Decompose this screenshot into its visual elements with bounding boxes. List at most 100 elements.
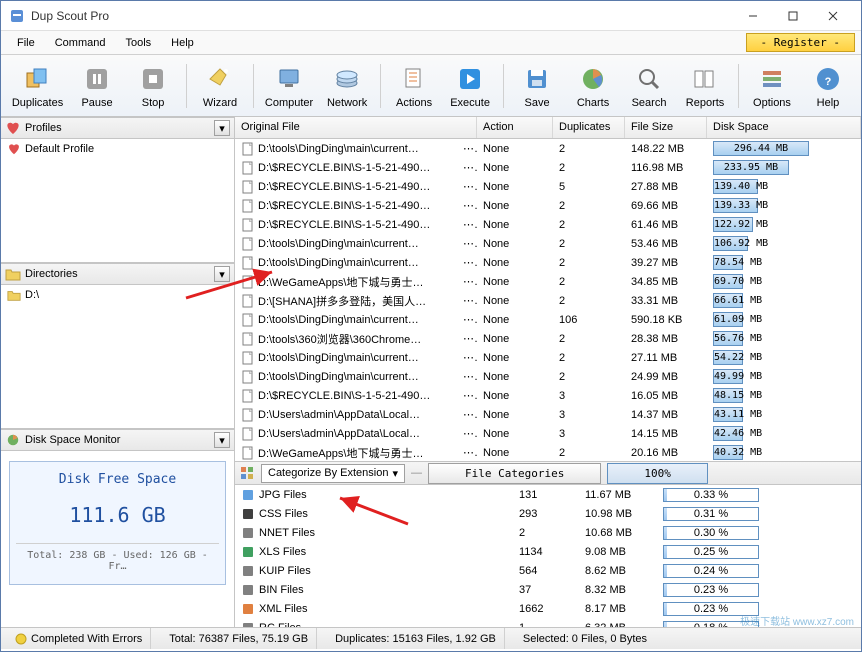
ellipsis-icon[interactable]: ⋯ xyxy=(457,216,477,233)
ellipsis-icon[interactable]: ⋯ xyxy=(457,140,477,157)
close-button[interactable] xyxy=(813,1,853,31)
table-row[interactable]: D:\tools\DingDing\main\current…⋯None253.… xyxy=(235,234,861,253)
table-row[interactable]: D:\WeGameApps\地下城与勇士…⋯None220.16 MB40.32… xyxy=(235,443,861,461)
options-button[interactable]: Options xyxy=(745,58,799,114)
table-row[interactable]: D:\$RECYCLE.BIN\S-1-5-21-490…⋯None316.05… xyxy=(235,386,861,405)
categorize-dropdown[interactable]: Categorize By Extension ▾ xyxy=(261,464,405,483)
stop-button[interactable]: Stop xyxy=(126,58,180,114)
table-row[interactable]: D:\WeGameApps\地下城与勇士…⋯None234.85 MB69.70… xyxy=(235,272,861,291)
percent-button[interactable]: 100% xyxy=(607,463,708,484)
pie-icon xyxy=(5,433,21,447)
execute-button[interactable]: Execute xyxy=(443,58,497,114)
directory-item[interactable]: D:\ xyxy=(1,285,234,305)
col-filesize[interactable]: File Size xyxy=(625,117,707,138)
maximize-button[interactable] xyxy=(773,1,813,31)
pause-button[interactable]: Pause xyxy=(70,58,124,114)
charts-button[interactable]: Charts xyxy=(566,58,620,114)
menu-file[interactable]: File xyxy=(7,34,45,52)
space-bar: 40.32 MB xyxy=(713,445,743,460)
ellipsis-icon[interactable]: ⋯ xyxy=(457,368,477,385)
ellipsis-icon[interactable]: ⋯ xyxy=(457,425,477,442)
table-row[interactable]: D:\Users\admin\AppData\Local…⋯None314.15… xyxy=(235,424,861,443)
filetype-icon xyxy=(241,488,255,502)
table-row[interactable]: D:\[SHANA]拼多多登陆，美国人…⋯None233.31 MB66.61 … xyxy=(235,291,861,310)
menu-help[interactable]: Help xyxy=(161,34,204,52)
ellipsis-icon[interactable]: ⋯ xyxy=(457,254,477,271)
table-row[interactable]: D:\tools\DingDing\main\current…⋯None239.… xyxy=(235,253,861,272)
pct-bar: 0.30 % xyxy=(663,526,759,540)
col-duplicates[interactable]: Duplicates xyxy=(553,117,625,138)
window-title: Dup Scout Pro xyxy=(31,9,733,23)
ellipsis-icon[interactable]: ⋯ xyxy=(457,197,477,214)
duplicates-button[interactable]: Duplicates xyxy=(7,58,68,114)
help-button[interactable]: ?Help xyxy=(801,58,855,114)
table-row[interactable]: D:\Users\admin\AppData\Local…⋯None314.37… xyxy=(235,405,861,424)
disk-monitor-panel: Disk Free Space 111.6 GB Total: 238 GB -… xyxy=(1,451,234,627)
category-row[interactable]: CSS Files29310.98 MB0.31 % xyxy=(235,504,861,523)
table-row[interactable]: D:\$RECYCLE.BIN\S-1-5-21-490…⋯None269.66… xyxy=(235,196,861,215)
category-row[interactable]: NNET Files210.68 MB0.30 % xyxy=(235,523,861,542)
actions-button[interactable]: Actions xyxy=(387,58,441,114)
col-original-file[interactable]: Original File xyxy=(235,117,477,138)
profile-item[interactable]: Default Profile xyxy=(1,139,234,159)
file-icon xyxy=(241,351,255,365)
pct-bar: 0.23 % xyxy=(663,602,759,616)
category-row[interactable]: RC Files16.32 MB0.18 % xyxy=(235,618,861,627)
ellipsis-icon[interactable]: ⋯ xyxy=(457,387,477,404)
statusbar: Completed With Errors Total: 76387 Files… xyxy=(1,627,861,649)
category-row[interactable]: JPG Files13111.67 MB0.33 % xyxy=(235,485,861,504)
space-bar: 78.54 MB xyxy=(713,255,743,270)
ellipsis-icon[interactable]: ⋯ xyxy=(457,292,477,309)
ellipsis-icon[interactable]: ⋯ xyxy=(457,330,477,347)
table-row[interactable]: D:\tools\DingDing\main\current…⋯None227.… xyxy=(235,348,861,367)
col-action[interactable]: Action xyxy=(477,117,553,138)
diskmon-dropdown[interactable]: ▾ xyxy=(214,432,230,448)
table-row[interactable]: D:\tools\DingDing\main\current…⋯None2148… xyxy=(235,139,861,158)
ellipsis-icon[interactable]: ⋯ xyxy=(457,273,477,290)
reports-button[interactable]: Reports xyxy=(678,58,732,114)
ellipsis-icon[interactable]: ⋯ xyxy=(457,311,477,328)
category-row[interactable]: XML Files16628.17 MB0.23 % xyxy=(235,599,861,618)
category-row[interactable]: KUIP Files5648.62 MB0.24 % xyxy=(235,561,861,580)
content-area: Profiles ▾ Default Profile Directories ▾… xyxy=(1,117,861,627)
pct-bar: 0.25 % xyxy=(663,545,759,559)
register-button[interactable]: - Register - xyxy=(746,33,855,52)
computer-button[interactable]: Computer xyxy=(260,58,318,114)
network-button[interactable]: Network xyxy=(320,58,374,114)
ellipsis-icon[interactable]: ⋯ xyxy=(457,159,477,176)
ellipsis-icon[interactable]: ⋯ xyxy=(457,406,477,423)
table-row[interactable]: D:\tools\DingDing\main\current…⋯None1065… xyxy=(235,310,861,329)
profiles-dropdown[interactable]: ▾ xyxy=(214,120,230,136)
col-diskspace[interactable]: Disk Space xyxy=(707,117,861,138)
menu-command[interactable]: Command xyxy=(45,34,116,52)
wizard-button[interactable]: Wizard xyxy=(193,58,247,114)
table-row[interactable]: D:\$RECYCLE.BIN\S-1-5-21-490…⋯None2116.9… xyxy=(235,158,861,177)
table-row[interactable]: D:\$RECYCLE.BIN\S-1-5-21-490…⋯None261.46… xyxy=(235,215,861,234)
ellipsis-icon[interactable]: ⋯ xyxy=(457,178,477,195)
filetype-icon xyxy=(241,526,255,540)
table-row[interactable]: D:\tools\360浏览器\360Chrome…⋯None228.38 MB… xyxy=(235,329,861,348)
status-duplicates: Duplicates: 15163 Files, 1.92 GB xyxy=(327,628,505,649)
file-icon xyxy=(241,180,255,194)
minimize-button[interactable] xyxy=(733,1,773,31)
space-bar: 48.15 MB xyxy=(713,388,743,403)
search-button[interactable]: Search xyxy=(622,58,676,114)
pct-bar: 0.31 % xyxy=(663,507,759,521)
menu-tools[interactable]: Tools xyxy=(115,34,161,52)
category-toolbar: Categorize By Extension ▾ — File Categor… xyxy=(235,461,861,485)
file-categories-button[interactable]: File Categories xyxy=(428,463,601,484)
category-row[interactable]: XLS Files11349.08 MB0.25 % xyxy=(235,542,861,561)
save-button[interactable]: Save xyxy=(510,58,564,114)
ellipsis-icon[interactable]: ⋯ xyxy=(457,349,477,366)
table-row[interactable]: D:\tools\DingDing\main\current…⋯None224.… xyxy=(235,367,861,386)
pct-bar: 0.24 % xyxy=(663,564,759,578)
space-bar: 43.11 MB xyxy=(713,407,743,422)
directories-dropdown[interactable]: ▾ xyxy=(214,266,230,282)
category-grid[interactable]: JPG Files13111.67 MB0.33 %CSS Files29310… xyxy=(235,485,861,627)
category-row[interactable]: BIN Files378.32 MB0.23 % xyxy=(235,580,861,599)
file-grid[interactable]: D:\tools\DingDing\main\current…⋯None2148… xyxy=(235,139,861,461)
table-row[interactable]: D:\$RECYCLE.BIN\S-1-5-21-490…⋯None527.88… xyxy=(235,177,861,196)
ellipsis-icon[interactable]: ⋯ xyxy=(457,235,477,252)
ellipsis-icon[interactable]: ⋯ xyxy=(457,444,477,461)
space-bar: 66.61 MB xyxy=(713,293,743,308)
